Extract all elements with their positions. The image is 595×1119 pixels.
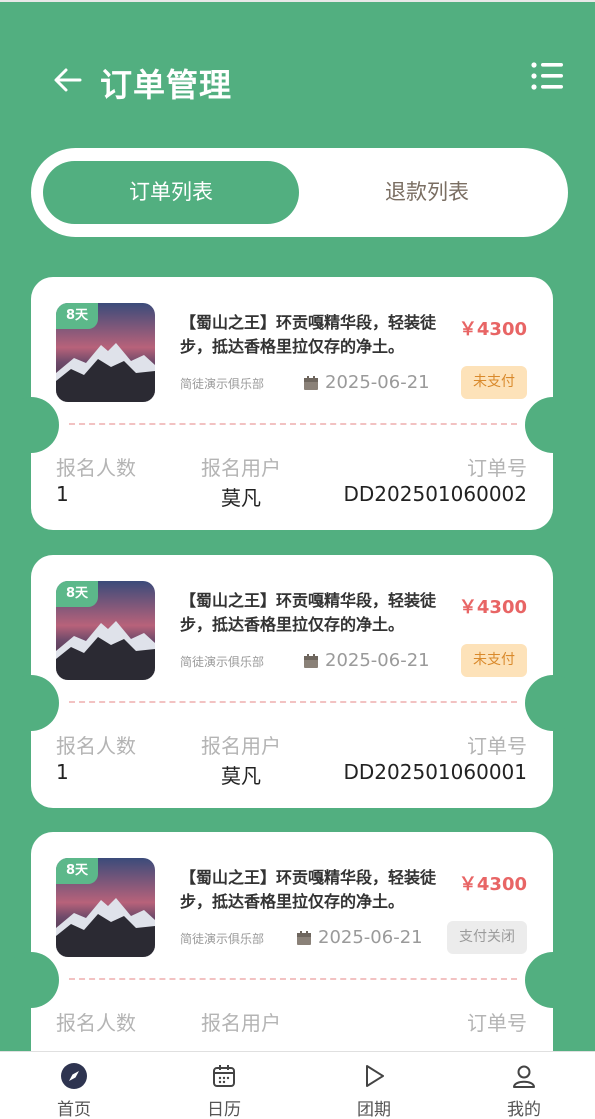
dashed-divider <box>69 423 517 425</box>
order-card[interactable]: 8天 【蜀山之王】环贡嘎精华段，轻装徒步，抵达香格里拉仅存的净土。 ￥4300 … <box>3 832 581 1085</box>
order-card[interactable]: 8天 【蜀山之王】环贡嘎精华段，轻装徒步，抵达香格里拉仅存的净土。 ￥4300 … <box>3 277 581 530</box>
header: 订单管理 <box>0 50 595 110</box>
calendar-icon <box>304 653 318 668</box>
status-badge: 未支付 <box>461 644 527 677</box>
dashed-divider <box>69 978 517 980</box>
price: ￥4300 <box>458 874 527 895</box>
tabbar-label: 团期 <box>357 1100 391 1119</box>
trip-date: 2025-06-21 <box>303 372 430 393</box>
order-card[interactable]: 8天 【蜀山之王】环贡嘎精华段，轻装徒步，抵达香格里拉仅存的净土。 ￥4300 … <box>3 555 581 808</box>
count-value: 1 <box>56 482 69 506</box>
ticket-notch <box>525 675 581 731</box>
count-value: 1 <box>56 760 69 784</box>
bottom-tab-bar: 首页 日历 团期 我的 <box>0 1051 595 1119</box>
order-no-value: DD202501060001 <box>343 760 528 784</box>
order-no-label: 订单号 <box>467 456 527 480</box>
tabbar-item-home[interactable]: 首页 <box>24 1052 124 1119</box>
ticket-notch <box>3 952 59 1008</box>
trip-date: 2025-06-21 <box>296 927 423 948</box>
price: ￥4300 <box>458 319 527 340</box>
trip-title: 【蜀山之王】环贡嘎精华段，轻装徒步，抵达香格里拉仅存的净土。 <box>180 868 437 911</box>
calendar-icon <box>213 1065 235 1087</box>
order-no-label: 订单号 <box>467 734 527 758</box>
tab-order-list[interactable]: 订单列表 <box>43 161 299 224</box>
order-no-value: DD202501060002 <box>343 482 528 506</box>
user-label: 报名用户 <box>201 456 281 480</box>
tabbar-item-schedule[interactable]: 团期 <box>324 1052 424 1119</box>
days-badge: 8天 <box>56 303 98 329</box>
user-value: 莫凡 <box>221 764 261 788</box>
days-badge: 8天 <box>56 581 98 607</box>
date-text: 2025-06-21 <box>325 372 430 393</box>
menu-list-icon[interactable] <box>530 60 564 92</box>
club-name: 简徒演示俱乐部 <box>180 655 265 669</box>
tabbar-label: 我的 <box>507 1100 541 1119</box>
price: ￥4300 <box>458 597 527 618</box>
user-value: 莫凡 <box>221 486 261 510</box>
date-text: 2025-06-21 <box>325 650 430 671</box>
status-badge: 未支付 <box>461 366 527 399</box>
order-no-label: 订单号 <box>467 1011 527 1035</box>
count-label: 报名人数 <box>56 456 136 480</box>
tabbar-label: 日历 <box>207 1100 241 1119</box>
compass-icon <box>61 1063 87 1089</box>
calendar-icon <box>297 930 311 945</box>
ticket-notch <box>3 675 59 731</box>
tab-switcher: 订单列表 退款列表 <box>31 148 568 237</box>
tabbar-item-calendar[interactable]: 日历 <box>174 1052 274 1119</box>
user-label: 报名用户 <box>201 734 281 758</box>
trip-title: 【蜀山之王】环贡嘎精华段，轻装徒步，抵达香格里拉仅存的净土。 <box>180 313 437 356</box>
back-arrow-icon[interactable] <box>52 64 84 96</box>
tabbar-item-profile[interactable]: 我的 <box>474 1052 574 1119</box>
date-text: 2025-06-21 <box>318 927 423 948</box>
ticket-notch <box>525 952 581 1008</box>
user-label: 报名用户 <box>201 1011 281 1035</box>
dashed-divider <box>69 701 517 703</box>
play-icon <box>366 1065 384 1087</box>
count-label: 报名人数 <box>56 1011 136 1035</box>
top-divider <box>0 0 595 2</box>
club-name: 简徒演示俱乐部 <box>180 377 265 391</box>
calendar-icon <box>304 375 318 390</box>
club-name: 简徒演示俱乐部 <box>180 932 265 946</box>
count-label: 报名人数 <box>56 734 136 758</box>
days-badge: 8天 <box>56 858 98 884</box>
trip-title: 【蜀山之王】环贡嘎精华段，轻装徒步，抵达香格里拉仅存的净土。 <box>180 591 437 634</box>
status-badge: 支付关闭 <box>447 921 527 954</box>
trip-date: 2025-06-21 <box>303 650 430 671</box>
tab-refund-list[interactable]: 退款列表 <box>299 161 555 224</box>
page-title: 订单管理 <box>100 66 233 104</box>
ticket-notch <box>3 397 59 453</box>
ticket-notch <box>525 397 581 453</box>
tabbar-label: 首页 <box>57 1100 91 1119</box>
user-icon <box>513 1065 535 1088</box>
